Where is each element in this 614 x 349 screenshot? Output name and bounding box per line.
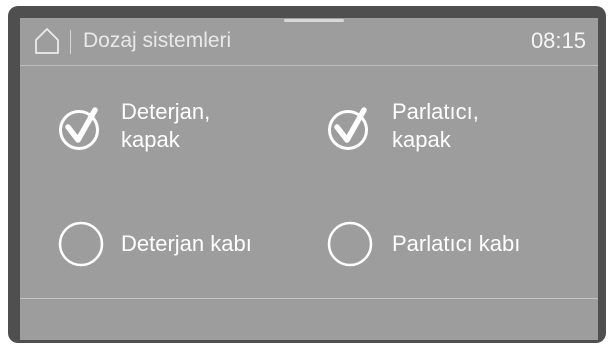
item-label: Deterjan kabı [121, 231, 252, 256]
empty-circle-icon [58, 221, 104, 267]
home-icon[interactable] [34, 27, 60, 55]
page-title: Dozaj sistemleri [83, 29, 232, 52]
check-circle-icon [328, 107, 368, 150]
check-circle-icon [59, 107, 99, 150]
header-bar: Dozaj sistemleri 08:15 [20, 18, 598, 66]
item-label: Parlatıcı, kapak [392, 99, 479, 152]
item-deterjan-kabi[interactable]: Deterjan kabı [57, 220, 297, 270]
item-parlatici-kabi[interactable]: Parlatıcı kabı [326, 220, 566, 270]
item-label: Parlatıcı kabı [392, 231, 521, 256]
item-deterjan-kapak[interactable]: Deterjan, kapak [57, 98, 287, 158]
header-divider [70, 30, 71, 54]
empty-circle-icon [327, 221, 373, 267]
footer-divider [20, 298, 598, 299]
item-label: Deterjan, kapak [121, 99, 211, 152]
item-parlatici-kapak[interactable]: Parlatıcı, kapak [326, 98, 566, 158]
clock: 08:15 [530, 28, 586, 53]
display-screen [20, 18, 598, 340]
